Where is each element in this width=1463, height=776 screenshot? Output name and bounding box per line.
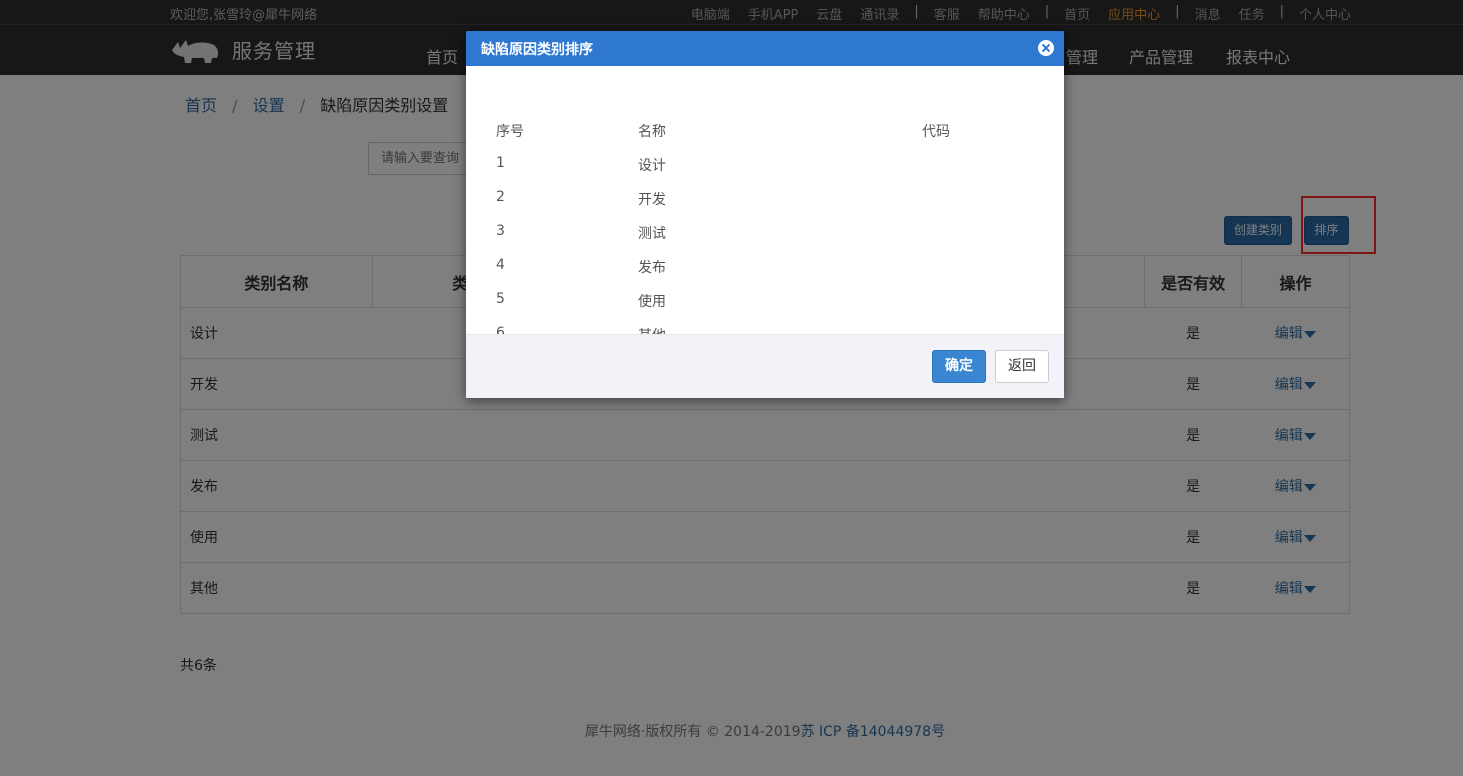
item-name: 使用 <box>638 294 666 310</box>
dialog-col-code: 代码 <box>922 124 950 140</box>
item-name: 测试 <box>638 226 666 242</box>
dialog-list-item[interactable]: 3 测试 <box>466 223 1064 257</box>
sort-dialog: 缺陷原因类别排序 序号 名称 代码 1 设计 2 开发 3 测试 4 发布 5 … <box>466 31 1064 398</box>
dialog-list-item[interactable]: 1 设计 <box>466 155 1064 189</box>
dialog-body: 序号 名称 代码 1 设计 2 开发 3 测试 4 发布 5 使用 6 <box>466 66 1064 344</box>
item-seq: 4 <box>496 257 505 273</box>
dialog-title: 缺陷原因类别排序 <box>481 42 593 58</box>
dialog-list-item[interactable]: 4 发布 <box>466 257 1064 291</box>
dialog-col-name: 名称 <box>638 124 666 140</box>
item-seq: 5 <box>496 291 505 307</box>
dialog-footer: 确定 返回 <box>466 334 1064 398</box>
item-seq: 3 <box>496 223 505 239</box>
close-icon[interactable] <box>1038 40 1054 56</box>
dialog-col-seq: 序号 <box>496 124 524 140</box>
dialog-header: 缺陷原因类别排序 <box>466 31 1064 66</box>
confirm-button[interactable]: 确定 <box>932 350 986 383</box>
dialog-header-row: 序号 名称 代码 <box>466 121 1064 155</box>
item-name: 开发 <box>638 192 666 208</box>
dialog-list-item[interactable]: 5 使用 <box>466 291 1064 325</box>
back-button[interactable]: 返回 <box>995 350 1049 383</box>
item-seq: 2 <box>496 189 505 205</box>
item-seq: 1 <box>496 155 505 171</box>
dialog-list-item[interactable]: 2 开发 <box>466 189 1064 223</box>
item-name: 设计 <box>638 158 666 174</box>
item-name: 发布 <box>638 260 666 276</box>
